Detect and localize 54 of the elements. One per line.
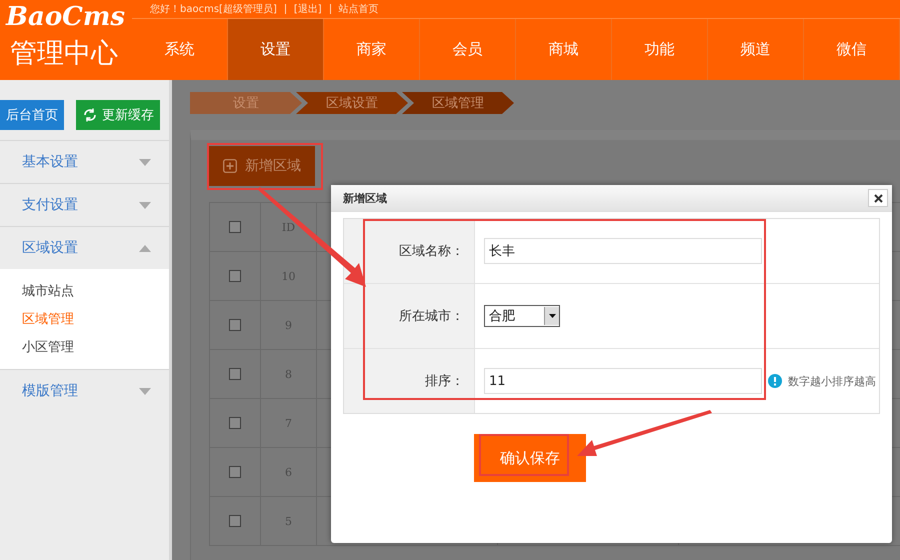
sidebar-group[interactable]: 模版管理 — [0, 369, 169, 412]
input-field[interactable]: 11 — [484, 368, 762, 394]
caret-icon — [139, 388, 151, 394]
group-label: 区域设置 — [22, 239, 78, 257]
group-label: 支付设置 — [22, 196, 78, 214]
checkbox[interactable] — [229, 319, 241, 331]
save-button[interactable]: 确认保存 — [474, 434, 586, 482]
refresh-cache-button[interactable]: 更新缓存 — [76, 100, 160, 130]
home-button[interactable]: 后台首页 — [0, 100, 64, 130]
hint-text: 数字越小排序越高 — [788, 374, 876, 388]
close-button[interactable] — [868, 189, 888, 207]
checkbox[interactable] — [229, 270, 241, 282]
sidebar-item[interactable]: 小区管理 — [0, 333, 169, 361]
caret-icon — [139, 158, 151, 166]
group-label: 基本设置 — [22, 153, 78, 171]
checkbox[interactable] — [229, 368, 241, 380]
group-label: 模版管理 — [22, 382, 78, 400]
field-label: 区域名称： — [399, 243, 464, 260]
checkbox[interactable] — [229, 417, 241, 429]
add-area-button[interactable]: 新增区域 — [209, 146, 315, 186]
nav-tab[interactable]: 频道 — [708, 19, 804, 80]
breadcrumb-item[interactable]: 区域管理 — [402, 92, 514, 114]
nav-tab[interactable]: 功能 — [612, 19, 708, 80]
logo: BaoCms — [6, 1, 126, 34]
dialog-title: 新增区域 — [343, 190, 387, 206]
nav-tab[interactable]: 微信 — [804, 19, 900, 80]
close-icon — [874, 194, 882, 202]
greeting-text: 您好！baocms[超级管理员] — [150, 2, 277, 16]
field-label: 所在城市： — [399, 308, 464, 325]
top-link[interactable]: [退出] — [294, 2, 322, 16]
refresh-icon — [82, 107, 98, 123]
top-link[interactable]: 站点首页 — [338, 2, 379, 16]
breadcrumb-item[interactable]: 区域设置 — [296, 92, 408, 114]
caret-icon — [139, 244, 151, 252]
sidebar-group[interactable]: 基本设置 — [0, 140, 169, 183]
info-icon — [768, 374, 782, 388]
dropdown-arrow-icon — [548, 314, 556, 318]
input-field[interactable]: 长丰 — [484, 238, 762, 264]
field-label: 排序： — [425, 373, 464, 390]
caret-icon — [139, 202, 151, 208]
sidebar-item[interactable]: 城市站点 — [0, 277, 169, 305]
plus-icon — [223, 159, 237, 173]
sidebar-item[interactable]: 区域管理 — [0, 305, 169, 333]
nav-tab[interactable]: 会员 — [420, 19, 516, 80]
checkbox[interactable] — [229, 515, 241, 527]
sidebar-group[interactable]: 支付设置 — [0, 183, 169, 226]
checkbox[interactable] — [229, 466, 241, 478]
checkbox[interactable] — [229, 221, 241, 233]
site-subtitle: 管理中心 — [9, 37, 119, 71]
nav-tab[interactable]: 设置 — [228, 19, 324, 80]
nav-tab[interactable]: 商家 — [324, 19, 420, 80]
nav-tab[interactable]: 商城 — [516, 19, 612, 80]
city-select[interactable]: 合肥 — [484, 305, 560, 327]
breadcrumb-item[interactable]: 设置 — [190, 92, 302, 114]
